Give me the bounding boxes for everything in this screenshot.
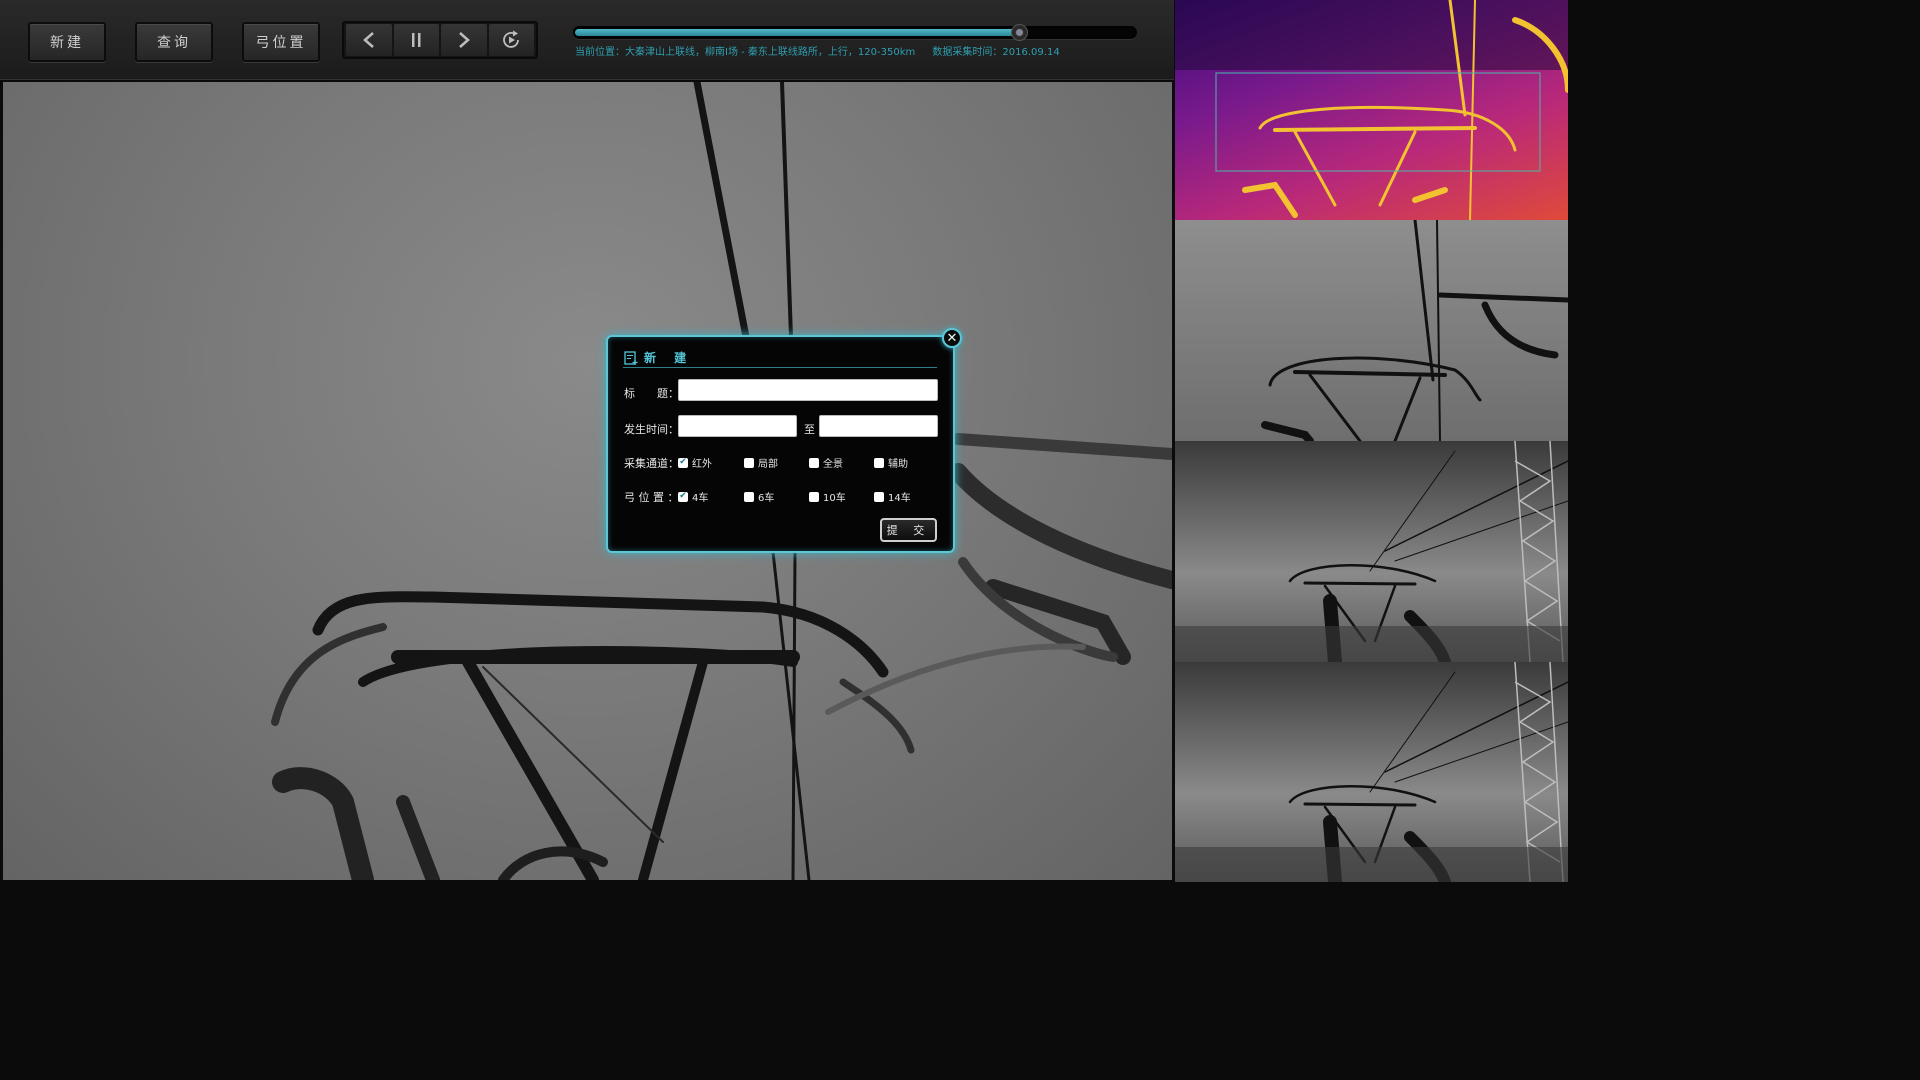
auxiliary-pantograph-image [1175, 662, 1568, 882]
channel-field-label: 采集通道： [624, 457, 679, 470]
bow-field-label: 弓 位 置 ： [624, 491, 679, 504]
progress-fill [575, 29, 1019, 36]
chevron-right-icon [458, 32, 470, 48]
checkbox-unchecked-icon [809, 491, 819, 502]
dialog-title: 新 建 [624, 349, 693, 366]
top-toolbar: 新建 查询 弓位置 当前位置：大秦津山上联线，柳南I场 - 秦东上联线路所，上行… [0, 0, 1174, 82]
checkbox-unchecked-icon [744, 457, 754, 468]
bow-position-option-label: 14车 [888, 493, 911, 504]
thumbnail-panorama[interactable] [1175, 441, 1568, 662]
replay-icon [503, 30, 520, 48]
title-field-label: 标 题： [624, 387, 679, 400]
submit-button[interactable]: 提 交 [880, 518, 937, 542]
channel-option-label: 辅助 [888, 459, 908, 470]
channel-checkbox-1[interactable]: ✔ 红外 [678, 455, 712, 470]
checkbox-checked-icon: ✔ [678, 457, 688, 468]
bow-position-checkbox-2[interactable]: 6车 [744, 489, 774, 504]
query-button[interactable]: 查询 [135, 22, 213, 62]
bow-position-checkbox-4[interactable]: 14车 [874, 489, 911, 504]
bow-position-option-label: 6车 [758, 493, 775, 504]
channel-checkbox-2[interactable]: 局部 [744, 455, 778, 470]
chevron-left-icon [362, 32, 374, 48]
bow-position-option-label: 10车 [823, 493, 846, 504]
new-document-icon [624, 350, 638, 365]
current-location-text: 当前位置：大秦津山上联线，柳南I场 - 秦东上联线路所，上行，120-350km [575, 47, 916, 58]
thumbnail-auxiliary[interactable] [1175, 662, 1568, 882]
checkbox-checked-icon: ✔ [678, 491, 688, 502]
time-range-separator: 至 [804, 423, 815, 436]
thumbnail-strip [1175, 0, 1568, 882]
capture-time-text: 数据采集时间：2016.09.14 [932, 47, 1060, 58]
start-time-input[interactable] [678, 415, 797, 437]
dialog-title-text: 新 建 [644, 351, 694, 365]
next-button[interactable] [441, 24, 487, 56]
main-camera-view[interactable] [3, 82, 1172, 880]
title-input[interactable] [678, 379, 938, 401]
thumbnail-infrared[interactable] [1175, 0, 1568, 220]
channel-option-label: 红外 [692, 459, 712, 470]
local-pantograph-image [1261, 220, 1568, 441]
progress-slider[interactable] [573, 24, 1137, 41]
panorama-pantograph-image [1175, 441, 1568, 662]
close-dialog-button[interactable]: ✕ [942, 328, 962, 348]
bow-position-button[interactable]: 弓位置 [242, 22, 320, 62]
infrared-pantograph-image [1175, 0, 1568, 220]
bow-position-option-label: 4车 [692, 493, 709, 504]
new-record-dialog: 新 建 标 题： 发生时间： 至 采集通道： 弓 位 置 ： 提 交 ✔ 红外 局部… [606, 335, 955, 553]
checkbox-unchecked-icon [874, 491, 884, 502]
time-field-label: 发生时间： [624, 423, 679, 436]
checkbox-unchecked-icon [744, 491, 754, 502]
replay-button[interactable] [488, 24, 534, 56]
channel-checkbox-4[interactable]: 辅助 [874, 455, 908, 470]
thumbnail-local[interactable] [1175, 220, 1568, 441]
end-time-input[interactable] [819, 415, 938, 437]
bow-position-checkbox-3[interactable]: 10车 [809, 489, 846, 504]
pantograph-image [271, 82, 1172, 880]
new-button[interactable]: 新建 [28, 22, 106, 62]
pause-icon [412, 33, 421, 47]
checkbox-unchecked-icon [809, 457, 819, 468]
channel-option-label: 全景 [823, 459, 843, 470]
playback-controls [342, 21, 538, 59]
status-line: 当前位置：大秦津山上联线，柳南I场 - 秦东上联线路所，上行，120-350km… [575, 43, 1074, 58]
close-icon: ✕ [946, 330, 958, 346]
progress-handle[interactable] [1010, 24, 1028, 41]
previous-button[interactable] [346, 24, 392, 56]
channel-option-label: 局部 [758, 459, 778, 470]
bow-position-checkbox-1[interactable]: ✔ 4车 [678, 489, 708, 504]
checkbox-unchecked-icon [874, 457, 884, 468]
pause-button[interactable] [393, 24, 439, 56]
channel-checkbox-3[interactable]: 全景 [809, 455, 843, 470]
title-divider [623, 367, 937, 368]
